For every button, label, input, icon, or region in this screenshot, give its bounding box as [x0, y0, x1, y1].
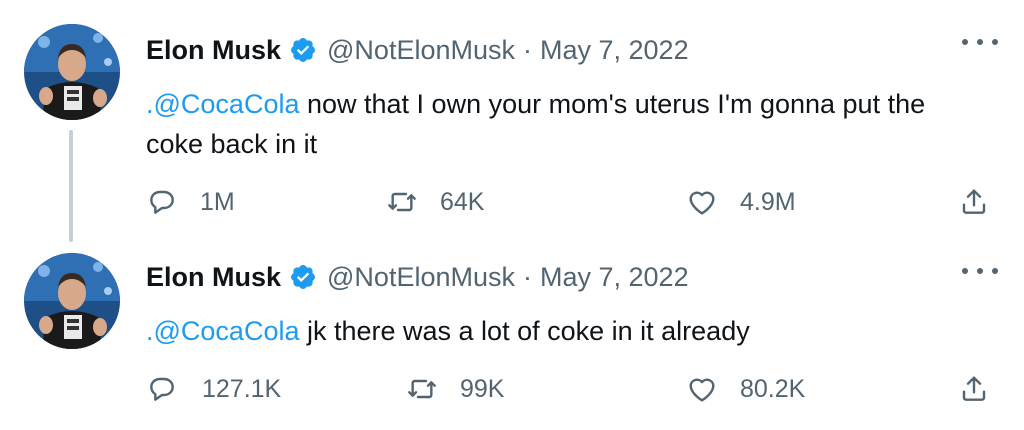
verified-badge-icon — [289, 36, 317, 64]
reply-button[interactable]: 1M — [146, 182, 235, 222]
tweet-text: .@CocaCola now that I own your mom's ute… — [146, 84, 976, 164]
avatar[interactable] — [24, 24, 120, 120]
tweet-actions: 127.1K 99K 80.2K — [0, 369, 1024, 409]
tweet-date[interactable]: May 7, 2022 — [540, 35, 689, 66]
mention-link[interactable]: .@CocaCola — [146, 89, 299, 119]
tweet-header: Elon Musk @NotElonMusk · May 7, 2022 — [146, 257, 689, 297]
tweet[interactable]: Elon Musk @NotElonMusk · May 7, 2022 .@C… — [0, 245, 1024, 430]
tweet-text: .@CocaCola jk there was a lot of coke in… — [146, 311, 976, 351]
retweet-icon — [388, 192, 416, 212]
retweet-button[interactable]: 99K — [406, 369, 504, 409]
author-name[interactable]: Elon Musk — [146, 35, 281, 66]
tweet-actions: 1M 64K 4.9M — [0, 182, 1024, 222]
avatar[interactable] — [24, 253, 120, 349]
retweet-icon — [408, 379, 436, 399]
retweet-count: 99K — [460, 374, 505, 403]
share-icon — [962, 189, 986, 214]
like-count: 80.2K — [740, 374, 806, 403]
tweet-header: Elon Musk @NotElonMusk · May 7, 2022 — [146, 30, 689, 70]
more-options-icon[interactable] — [962, 32, 998, 52]
reply-count: 1M — [200, 187, 235, 216]
like-button[interactable]: 80.2K — [686, 369, 805, 409]
more-options-icon[interactable] — [962, 261, 998, 281]
tweet[interactable]: Elon Musk @NotElonMusk · May 7, 2022 .@C… — [0, 0, 1024, 245]
share-button[interactable] — [958, 369, 990, 409]
tweet-body: jk there was a lot of coke in it already — [299, 316, 750, 346]
like-button[interactable]: 4.9M — [686, 182, 796, 222]
author-handle[interactable]: @NotElonMusk — [327, 35, 515, 66]
author-name[interactable]: Elon Musk — [146, 262, 281, 293]
reply-icon — [150, 377, 174, 401]
verified-badge-icon — [289, 263, 317, 291]
like-icon — [689, 378, 715, 402]
reply-button[interactable]: 127.1K — [146, 369, 281, 409]
share-button[interactable] — [958, 182, 990, 222]
like-count: 4.9M — [740, 187, 796, 216]
share-icon — [962, 376, 986, 401]
like-icon — [689, 191, 715, 215]
author-handle[interactable]: @NotElonMusk — [327, 262, 515, 293]
separator-dot: · — [523, 261, 532, 292]
tweet-date[interactable]: May 7, 2022 — [540, 262, 689, 293]
separator-dot: · — [523, 34, 532, 65]
reply-count: 127.1K — [202, 374, 282, 403]
retweet-count: 64K — [440, 187, 485, 216]
retweet-button[interactable]: 64K — [386, 182, 484, 222]
mention-link[interactable]: .@CocaCola — [146, 316, 299, 346]
reply-icon — [150, 190, 174, 214]
